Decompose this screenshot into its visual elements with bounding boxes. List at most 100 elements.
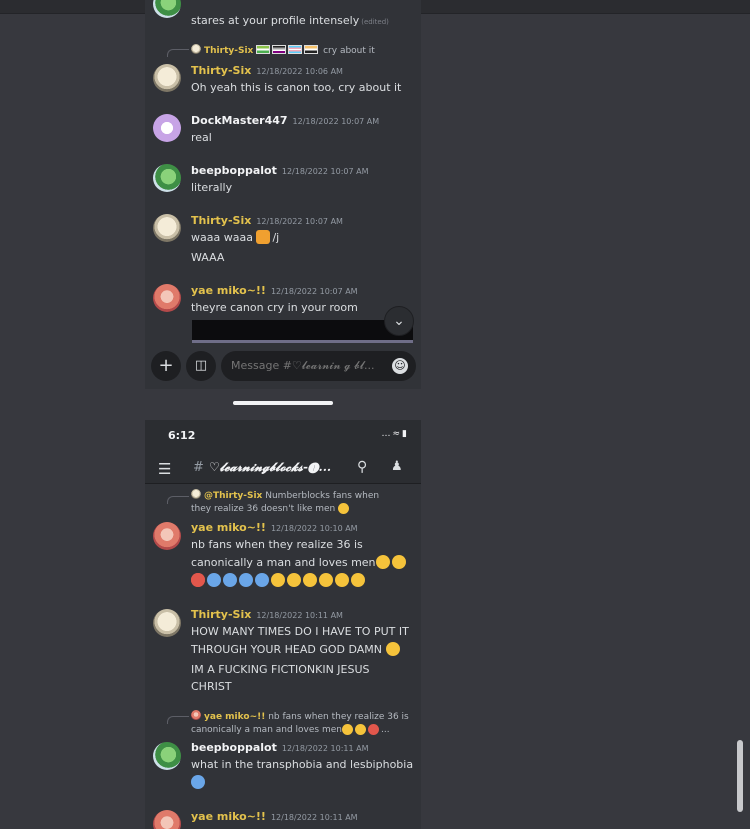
status-bar: 6:12 …≈▮ [145,420,421,452]
reply-connector [167,716,189,724]
reply-connector [167,496,189,504]
message-text: CHRIST [191,680,232,693]
search-icon[interactable]: ⚲ [357,459,367,475]
message-text: what in the transphobia and lesbiphobia [191,758,414,771]
channel-name[interactable]: ♡𝓵𝓮𝓪𝓻𝓷𝓲𝓷𝓰𝓫𝓵𝓸𝓬𝓴𝓼-❶... [209,460,331,475]
message-author[interactable]: Thirty-Six 12/18/2022 10:07 AM [191,214,343,227]
clock: 6:12 [168,429,196,442]
message-timestamp: 12/18/2022 10:07 AM [292,117,380,126]
mini-avatar [191,489,201,499]
message-author[interactable]: yae miko~!! 12/18/2022 10:11 AM [191,810,358,823]
message-timestamp: 12/18/2022 10:06 AM [256,67,343,76]
avatar[interactable] [153,284,181,312]
scrollbar[interactable] [737,740,743,812]
emoji-icon [191,775,205,789]
message-text: IM A FUCKING FICTIONKIN JESUS [191,663,370,676]
message-text: waaa waaa /j [191,230,280,244]
status-icons: …≈▮ [381,429,409,439]
message-timestamp: 12/18/2022 10:11 AM [256,611,343,620]
emoji-icon [256,230,271,244]
message-timestamp: 12/18/2022 10:07 AM [256,217,343,226]
emoji-icon [335,573,349,587]
emoji-icon [351,573,365,587]
message-text: nb fans when they realize 36 is [191,538,363,551]
emoji-icon [385,642,400,656]
message-text: Oh yeah this is canon too, cry about it [191,81,402,94]
gift-icon: ◫ [194,358,208,373]
emoji-icon [239,573,253,587]
members-icon[interactable]: ♟ [391,459,403,474]
message-text: literally [191,181,233,194]
avatar[interactable] [153,742,181,770]
message-composer: + ◫ ☺ [145,343,421,389]
message-author[interactable]: yae miko~!! 12/18/2022 10:07 AM [191,284,358,297]
flag-icon [288,45,303,54]
edited-label: (edited) [361,18,389,26]
avatar[interactable] [153,810,181,829]
message-timestamp: 12/18/2022 10:11 AM [281,744,369,753]
emoji-icon [354,724,366,735]
emoji-icon [271,573,285,587]
screenshot-page: stares at your profile intensely (edited)… [0,0,750,829]
emoji-icon [191,573,205,587]
hash-icon: # [193,460,204,475]
avatar[interactable] [153,164,181,192]
message-author[interactable]: beepboppalot 12/18/2022 10:11 AM [191,741,368,754]
flag-icon [256,45,271,54]
emoji-icon [255,573,269,587]
emoji-picker-button[interactable]: ☺ [392,358,408,374]
message-timestamp: 12/18/2022 10:07 AM [281,167,369,176]
mini-avatar [191,710,201,720]
emoji-icon [338,503,350,514]
chat-screen-bottom[interactable]: 6:12 …≈▮ ☰ # ♡𝓵𝓮𝓪𝓻𝓷𝓲𝓷𝓰𝓫𝓵𝓸𝓬𝓴𝓼-❶... ⚲ ♟ @T… [145,420,421,829]
avatar[interactable] [153,214,181,242]
message-timestamp: 12/18/2022 10:07 AM [270,287,358,296]
message-text: stares at your profile intensely (edited) [191,14,389,27]
avatar[interactable] [153,64,181,92]
avatar[interactable] [153,522,181,550]
emoji-icon [223,573,237,587]
message-author[interactable]: yae miko~!! 12/18/2022 10:10 AM [191,521,358,534]
message-author[interactable]: DockMaster447 12/18/2022 10:07 AM [191,114,379,127]
chevron-down-icon: ⌄ [393,313,405,329]
message-text: HOW MANY TIMES DO I HAVE TO PUT IT [191,625,409,638]
message-author[interactable]: Thirty-Six 12/18/2022 10:11 AM [191,608,343,621]
mini-avatar [191,44,201,54]
plus-icon: + [158,355,174,376]
gift-button[interactable]: ◫ [186,351,216,381]
reply-preview[interactable]: @Thirty-Six Numberblocks fans when they … [191,489,379,516]
message-text: WAAA [191,251,225,264]
menu-icon[interactable]: ☰ [158,460,171,478]
avatar[interactable] [153,0,181,18]
channel-header: ☰ # ♡𝓵𝓮𝓪𝓻𝓷𝓲𝓷𝓰𝓫𝓵𝓸𝓬𝓴𝓼-❶... ⚲ ♟ [145,452,421,484]
message-input[interactable] [221,351,416,381]
flag-icon [272,45,287,54]
message-timestamp: 12/18/2022 10:10 AM [270,524,358,533]
message-text [191,774,417,792]
image-embed[interactable] [192,320,413,343]
message-timestamp: 12/18/2022 10:11 AM [270,813,358,822]
emoji-icon [319,573,333,587]
reply-preview[interactable]: Thirty-Six cry about it [191,44,375,58]
add-attachment-button[interactable]: + [151,351,181,381]
emoji-icon [303,573,317,587]
message-text: theyre canon cry in your room [191,301,358,314]
message-author[interactable]: beepboppalot 12/18/2022 10:07 AM [191,164,368,177]
jump-to-bottom-button[interactable]: ⌄ [384,306,414,336]
avatar[interactable] [153,114,181,142]
emoji-icon [391,555,406,569]
smile-icon: ☺ [394,359,406,372]
emoji-icon [287,573,301,587]
message-author[interactable]: Thirty-Six 12/18/2022 10:06 AM [191,64,343,77]
emoji-icon [375,555,390,569]
reply-preview[interactable]: yae miko~!! nb fans when they realize 36… [191,710,409,737]
home-indicator [233,401,333,405]
emoji-icon [341,724,353,735]
chat-screen-top[interactable]: stares at your profile intensely (edited)… [145,0,421,343]
emoji-icon [367,724,379,735]
message-text: THROUGH YOUR HEAD GOD DAMN [191,641,417,659]
message-text: real [191,131,212,144]
emoji-row [191,572,417,590]
avatar[interactable] [153,609,181,637]
reply-connector [167,49,189,57]
